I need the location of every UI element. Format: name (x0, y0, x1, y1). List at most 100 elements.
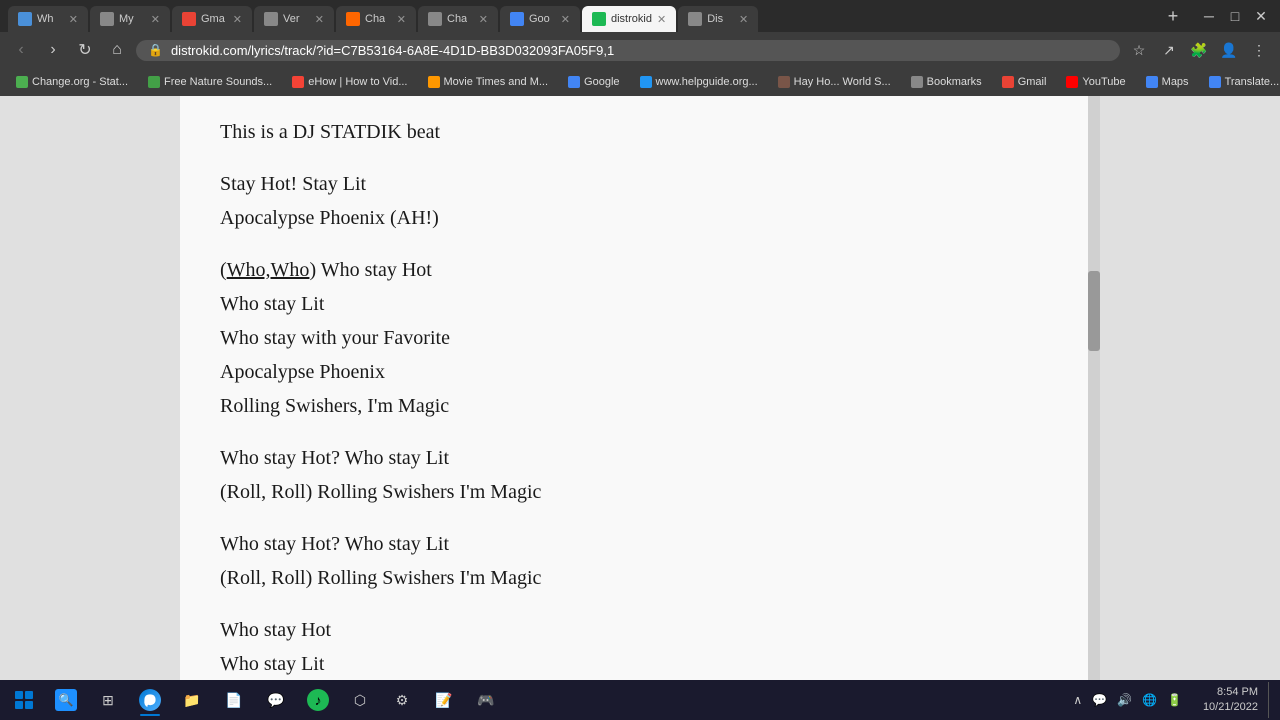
tab-9[interactable]: Dis ✕ (678, 6, 758, 32)
profile-button[interactable]: 👤 (1216, 37, 1242, 63)
start-button[interactable] (4, 682, 44, 718)
taskbar-notepad[interactable]: 📄 (214, 682, 254, 718)
bookmark-helpguide[interactable]: www.helpguide.org... (632, 74, 766, 90)
game-icon: 🎮 (475, 689, 497, 711)
tab-close-1[interactable]: ✕ (69, 13, 78, 26)
bookmark-bookmarks[interactable]: Bookmarks (903, 74, 990, 90)
tab-close-5[interactable]: ✕ (397, 13, 406, 26)
bookmark-favicon-hayho (778, 76, 790, 88)
forward-button[interactable]: › (40, 37, 66, 63)
bookmark-youtube[interactable]: YouTube (1058, 74, 1133, 90)
lyrics-hook2-line2: (Roll, Roll) Rolling Swishers I'm Magic (220, 562, 1060, 594)
bookmark-favicon-bm (911, 76, 923, 88)
tray-volume[interactable]: 🔊 (1114, 691, 1135, 709)
bookmark-translate[interactable]: Translate... (1201, 74, 1280, 90)
tab-6[interactable]: Cha ✕ (418, 6, 498, 32)
bookmark-star-button[interactable]: ☆ (1126, 37, 1152, 63)
taskbar-game[interactable]: 🎮 (466, 682, 506, 718)
address-actions: ☆ ↗ 🧩 👤 ⋮ (1126, 37, 1272, 63)
bookmark-naturesounds[interactable]: Free Nature Sounds... (140, 74, 280, 90)
tab-close-7[interactable]: ✕ (561, 13, 570, 26)
scrollbar[interactable] (1088, 96, 1100, 680)
tab-close-8[interactable]: ✕ (657, 13, 666, 26)
lyrics-verse2-line2: Who stay Lit (220, 648, 1060, 680)
tab-close-4[interactable]: ✕ (315, 13, 324, 26)
tab-close-2[interactable]: ✕ (151, 13, 160, 26)
scrollbar-thumb[interactable] (1088, 271, 1100, 351)
bookmark-label-helpguide: www.helpguide.org... (656, 76, 758, 88)
tab-close-6[interactable]: ✕ (479, 13, 488, 26)
bookmarks-bar: Change.org - Stat... Free Nature Sounds.… (0, 68, 1280, 96)
lyrics-intro-line1: This is a DJ STATDIK beat (220, 116, 1060, 148)
refresh-button[interactable]: ↻ (72, 37, 98, 63)
bookmark-favicon-nature (148, 76, 160, 88)
bookmark-ehow[interactable]: eHow | How to Vid... (284, 74, 415, 90)
back-button[interactable]: ‹ (8, 37, 34, 63)
tab-favicon-6 (428, 12, 442, 26)
new-tab-button[interactable]: + (1160, 3, 1186, 29)
tab-close-3[interactable]: ✕ (233, 13, 242, 26)
taskbar: 🔍 ⊞ 📁 📄 💬 ♪ ⬡ ⚙ 📝 🎮 ∧ 💬 (0, 680, 1280, 720)
show-desktop-button[interactable] (1268, 682, 1276, 718)
tab-2[interactable]: My ✕ (90, 6, 170, 32)
tab-favicon-4 (264, 12, 278, 26)
messaging-icon: 💬 (265, 689, 287, 711)
bookmark-favicon-changeorg (16, 76, 28, 88)
search-taskbar-icon: 🔍 (55, 689, 77, 711)
tab-3[interactable]: Gma ✕ (172, 6, 252, 32)
bookmark-changeorg[interactable]: Change.org - Stat... (8, 74, 136, 90)
taskbar-spotify[interactable]: ♪ (298, 682, 338, 718)
taskbar-settings[interactable]: ⚙ (382, 682, 422, 718)
taskbar-search[interactable]: 🔍 (46, 682, 86, 718)
tab-label-5: Cha (365, 13, 385, 25)
tab-7[interactable]: Goo ✕ (500, 6, 580, 32)
tray-message[interactable]: 💬 (1089, 691, 1110, 709)
extensions-button[interactable]: 🧩 (1186, 37, 1212, 63)
menu-button[interactable]: ⋮ (1246, 37, 1272, 63)
tab-1[interactable]: Wh ✕ (8, 6, 88, 32)
tray-battery[interactable]: 🔋 (1164, 691, 1185, 709)
lyrics-verse1-line5: Rolling Swishers, I'm Magic (220, 390, 1060, 422)
tab-favicon-9 (688, 12, 702, 26)
taskbar-edge[interactable] (130, 682, 170, 718)
taskbar-taskview[interactable]: ⊞ (88, 682, 128, 718)
lyrics-verse1-line1: (Who,Who) Who stay Hot (220, 254, 1060, 286)
taskbar-messaging[interactable]: 💬 (256, 682, 296, 718)
minimize-button[interactable]: ─ (1198, 5, 1220, 27)
tab-favicon-5 (346, 12, 360, 26)
bookmark-maps[interactable]: Maps (1138, 74, 1197, 90)
taskbar-explorer[interactable]: 📁 (172, 682, 212, 718)
tab-close-9[interactable]: ✕ (739, 13, 748, 26)
home-button[interactable]: ⌂ (104, 37, 130, 63)
title-bar: Wh ✕ My ✕ Gma ✕ Ver ✕ Cha ✕ (0, 0, 1280, 32)
url-input[interactable] (171, 43, 1108, 58)
who-who-link[interactable]: Who,Who (227, 259, 310, 281)
tab-favicon-7 (510, 12, 524, 26)
lyrics-chorus1: Stay Hot! Stay Lit Apocalypse Phoenix (A… (220, 168, 1060, 234)
bookmark-favicon-translate (1209, 76, 1221, 88)
tray-network[interactable]: 🌐 (1139, 691, 1160, 709)
spotify-icon: ♪ (307, 689, 329, 711)
maximize-button[interactable]: □ (1224, 5, 1246, 27)
lyrics-verse2: Who stay Hot Who stay Lit Who stay with … (220, 614, 1060, 680)
address-bar[interactable]: 🔒 (136, 40, 1120, 61)
tab-5[interactable]: Cha ✕ (336, 6, 416, 32)
taskbar-app1[interactable]: ⬡ (340, 682, 380, 718)
bookmark-hayho[interactable]: Hay Ho... World S... (770, 74, 899, 90)
lyrics-hook2: Who stay Hot? Who stay Lit (Roll, Roll) … (220, 528, 1060, 594)
bookmark-label-translate: Translate... (1225, 76, 1280, 88)
tray-chevron[interactable]: ∧ (1070, 691, 1085, 709)
bookmark-movie[interactable]: Movie Times and M... (420, 74, 557, 90)
tab-4[interactable]: Ver ✕ (254, 6, 334, 32)
share-button[interactable]: ↗ (1156, 37, 1182, 63)
taskbar-app2[interactable]: 📝 (424, 682, 464, 718)
close-button[interactable]: ✕ (1250, 5, 1272, 27)
taskbar-clock[interactable]: 8:54 PM 10/21/2022 (1195, 685, 1266, 716)
tab-8-active[interactable]: distrokid ✕ (582, 6, 676, 32)
bookmark-label-changeorg: Change.org - Stat... (32, 76, 128, 88)
navigation-bar: ‹ › ↻ ⌂ 🔒 ☆ ↗ 🧩 👤 ⋮ (0, 32, 1280, 68)
bookmark-gmail[interactable]: Gmail (994, 74, 1055, 90)
tab-favicon-2 (100, 12, 114, 26)
bookmark-label-ehow: eHow | How to Vid... (308, 76, 407, 88)
bookmark-google[interactable]: Google (560, 74, 627, 90)
